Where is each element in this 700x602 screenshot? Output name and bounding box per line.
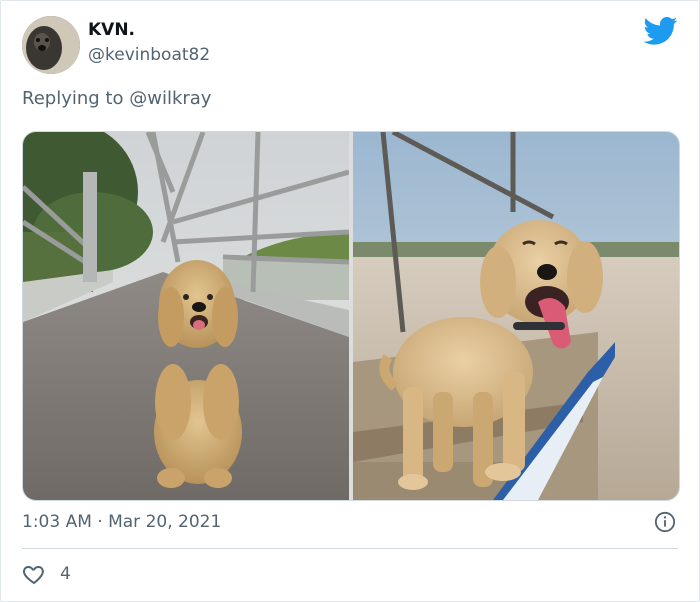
heart-icon[interactable]: [22, 562, 46, 586]
avatar-photo: [22, 16, 80, 74]
reply-mention-link[interactable]: @wilkray: [129, 88, 211, 109]
reply-prefix: Replying to: [22, 88, 124, 109]
author-name[interactable]: KVN.: [88, 20, 135, 40]
divider: [22, 548, 678, 549]
reply-context: Replying to @wilkray: [22, 88, 211, 109]
author-handle[interactable]: @kevinboat82: [88, 45, 210, 65]
media-grid: [22, 131, 680, 501]
info-icon[interactable]: [654, 511, 676, 533]
avatar[interactable]: [22, 16, 80, 74]
twitter-bird-icon[interactable]: [644, 16, 678, 46]
dog-on-boat-photo[interactable]: [353, 132, 679, 500]
dog-on-bridge-photo[interactable]: [23, 132, 349, 500]
like-count[interactable]: 4: [60, 564, 71, 584]
tweet-timestamp[interactable]: 1:03 AM · Mar 20, 2021: [22, 512, 221, 532]
